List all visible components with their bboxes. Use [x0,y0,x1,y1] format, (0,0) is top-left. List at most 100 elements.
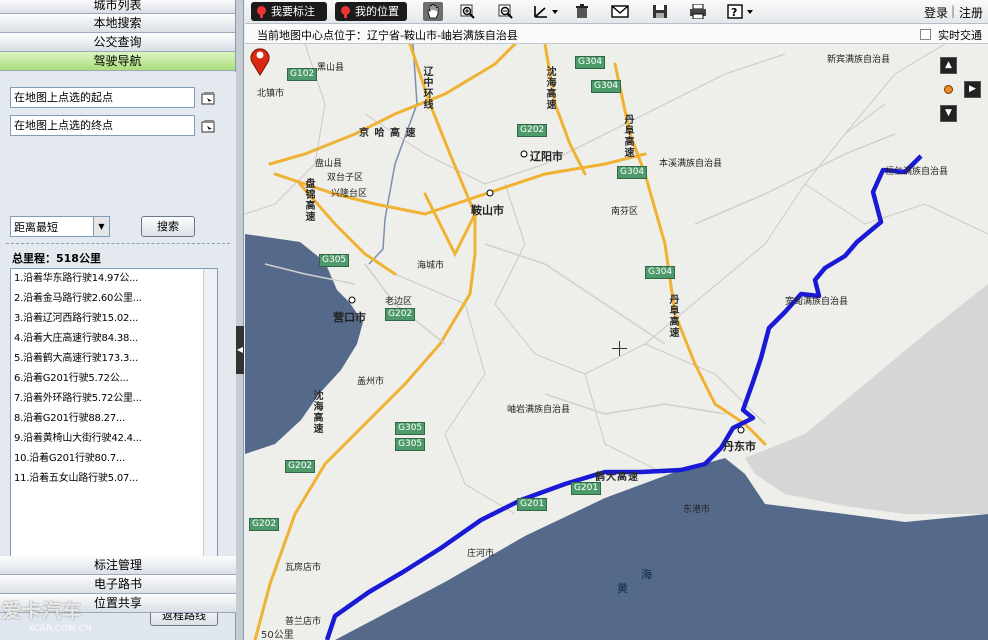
highway-shield: G304 [645,266,676,279]
save-icon[interactable] [650,2,670,21]
pan-up-icon[interactable]: ▲ [940,57,957,74]
highway-shield: G202 [285,460,316,473]
pan-center-icon[interactable] [944,85,953,94]
register-link[interactable]: 注册 [959,4,983,21]
crosshair-icon [612,341,627,356]
route-sort-select[interactable]: 距离最短 ▼ [10,216,110,237]
road-label: 沈海高速 [544,66,555,110]
left-panel: 城市列表 本地搜索 公交查询 驾驶导航 在地图上点选的起点 在地图上点选的终点 … [0,0,236,640]
place-label: 老边区 [385,297,413,307]
measure-icon[interactable] [531,2,561,21]
road-label: 丹阜高速 [622,114,633,158]
highway-shield: G102 [287,68,318,81]
pick-end-icon[interactable] [200,118,217,134]
city-label-liaoyang: 辽阳市 [530,150,563,163]
route-step-item[interactable]: 7.沿着外环路行驶5.72公里... [11,389,217,409]
total-distance-label: 总里程：518公里 [12,252,101,265]
route-step-item[interactable]: 8.沿着G201行驶88.27... [11,409,217,429]
place-label: 东港市 [683,505,711,515]
accordion-local-search[interactable]: 本地搜索 [0,14,235,33]
my-location-button[interactable]: 我的位置 [335,2,407,21]
road-label: 丹阜高速 [667,294,678,338]
route-step-item[interactable]: 1.沿着华东路行驶14.97公... [11,269,217,289]
collapse-panel-icon[interactable]: ◀ [236,326,244,374]
river [368,44,418,265]
add-marker-label: 我要标注 [271,5,315,18]
road-label: 辽中环线 [421,66,432,110]
toolbar: 我要标注 我的位置 ? 登录 | 注册 [245,0,988,24]
route-step-item[interactable]: 5.沿着鹤大高速行驶173.3... [11,349,217,369]
end-point-input[interactable]: 在地图上点选的终点 [10,115,195,136]
add-marker-button[interactable]: 我要标注 [251,2,327,21]
highway-shield: G202 [385,308,416,321]
chevron-down-icon[interactable]: ▼ [93,217,109,236]
route-step-item[interactable]: 6.沿着G201行驶5.72公... [11,369,217,389]
place-label: 盖州市 [357,377,385,387]
highway-shield: G305 [319,254,350,267]
place-label: 兴隆台区 [331,189,368,199]
map-canvas[interactable]: 辽阳市 鞍山市 营口市 丹东市 新宾满族自治县 黑山县 北镇市 盘山县 双台子区… [245,44,988,640]
email-icon[interactable] [609,2,629,21]
road-label: 京 哈 高 速 [359,128,417,139]
zoom-out-icon[interactable] [496,2,516,21]
watermark-brand: 爱卡汽车 [2,600,83,622]
route-sort-value: 距离最短 [14,221,58,234]
help-icon[interactable]: ? [725,2,757,21]
realtime-traffic-toggle[interactable]: 实时交通 [919,27,982,43]
pan-down-icon[interactable]: ▼ [940,105,957,122]
route-step-item[interactable]: 4.沿着大庄高速行驶84.38... [11,329,217,349]
city-dots [348,150,745,434]
svg-text:?: ? [731,6,737,19]
highway-shield: G304 [617,166,648,179]
map-pin-icon [257,6,266,18]
highway-shield: G201 [571,482,602,495]
place-label: 岫岩满族自治县 [507,405,571,415]
route-step-item[interactable]: 10.沿着G201行驶80.7... [11,449,217,469]
pick-start-icon[interactable] [200,90,217,106]
hand-pan-icon[interactable] [423,2,443,21]
traffic-label: 实时交通 [938,29,982,42]
route-step-item[interactable]: 9.沿着黄椅山大街行驶42.4... [11,429,217,449]
zoom-in-icon[interactable] [458,2,478,21]
place-label: 北镇市 [257,89,285,99]
accordion-city-list[interactable]: 城市列表 [0,0,235,14]
highway-shield: G305 [395,438,426,451]
route-step-item[interactable]: 11.沿着五女山路行驶5.07... [11,469,217,489]
info-bar: 当前地图中心点位于：辽宁省-鞍山市-岫岩满族自治县 实时交通 [245,24,988,44]
city-label-anshan: 鞍山市 [471,204,504,217]
steps-scrollbar[interactable] [203,269,217,595]
pan-right-icon[interactable]: ▶ [964,81,981,98]
place-label: 新宾满族自治县 [827,55,891,65]
delete-icon[interactable] [572,2,592,21]
road-label: 沈海高速 [311,390,322,434]
city-label-dandong: 丹东市 [723,440,756,453]
highway-shield: G202 [517,124,548,137]
destination-pin-icon[interactable] [245,44,275,76]
route-step-item[interactable]: 3.沿着辽河西路行驶15.02... [11,309,217,329]
place-label: 黑山县 [317,63,345,73]
traffic-checkbox[interactable] [919,29,931,40]
place-label: 桓仁满族自治县 [885,167,949,177]
print-icon[interactable] [687,2,707,21]
accordion-bus-query[interactable]: 公交查询 [0,33,235,52]
map-center-label: 当前地图中心点位于：辽宁省-鞍山市-岫岩满族自治县 [257,29,518,42]
login-link[interactable]: 登录 [924,4,948,21]
accordion-driving-navigation[interactable]: 驾驶导航 [0,52,235,71]
start-point-input[interactable]: 在地图上点选的起点 [10,87,195,108]
bay-water [245,234,363,454]
panel-splitter[interactable]: ◀ [236,0,244,640]
route-panel: 在地图上点选的起点 在地图上点选的终点 距离最短 ▼ 搜索 总里程：518公里 … [0,72,236,626]
accordion-marker-management[interactable]: 标注管理 [0,556,236,575]
accordion-e-roadbook[interactable]: 电子路书 [0,575,236,594]
route-step-item[interactable]: 2.沿着金马路行驶2.60公里... [11,289,217,309]
highway-shield: G202 [249,518,280,531]
place-label: 宽甸满族自治县 [785,297,849,307]
highway-shield: G305 [395,422,426,435]
road-label: 盘锦高速 [303,178,314,222]
place-label: 海城市 [417,261,445,271]
map-scale-label: 50公里 [261,630,294,640]
watermark-url: XCAR.COM.CN [28,624,92,634]
place-label: 双台子区 [327,173,364,183]
search-route-button[interactable]: 搜索 [141,216,195,237]
place-label: 盘山县 [315,159,343,169]
